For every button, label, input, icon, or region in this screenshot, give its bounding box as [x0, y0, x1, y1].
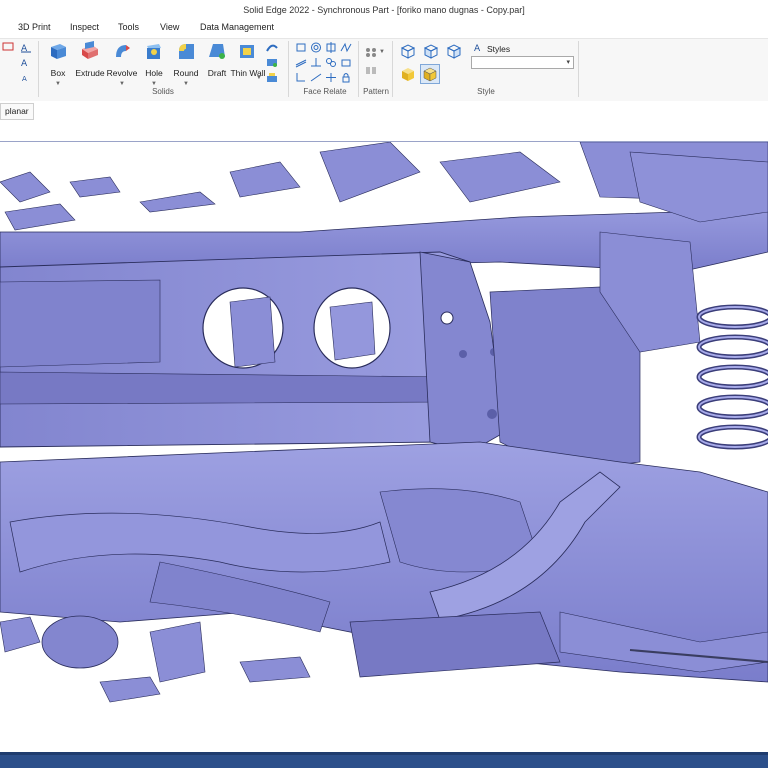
- cube-right-icon[interactable]: [446, 43, 462, 59]
- svg-text:A: A: [21, 59, 28, 68]
- chevron-down-icon: ▼: [119, 81, 125, 87]
- svg-text:A: A: [474, 44, 481, 53]
- tab-tools[interactable]: Tools: [118, 22, 139, 32]
- aligned-icon[interactable]: [310, 72, 322, 83]
- graphics-viewport[interactable]: [0, 141, 768, 753]
- lip-icon[interactable]: [266, 72, 278, 83]
- ribbon: A A A Box ▼ Extrude Revolve ▼ Hole ▼ Rou…: [0, 38, 768, 102]
- concentric-icon[interactable]: [310, 42, 322, 53]
- extrude-icon: [82, 41, 98, 59]
- parallel-icon[interactable]: [295, 57, 307, 68]
- draft-icon: [209, 44, 225, 59]
- cube-front-icon[interactable]: [423, 43, 439, 59]
- planar-chip[interactable]: planar: [0, 103, 34, 120]
- title-bar: Solid Edge 2022 - Synchronous Part - [fo…: [0, 0, 768, 20]
- thin-wall-button[interactable]: Thin Wall ▼: [230, 41, 266, 85]
- status-strip: [0, 752, 768, 755]
- status-bar: [0, 752, 768, 768]
- revolve-icon: [116, 45, 130, 57]
- extrude-button[interactable]: Extrude: [74, 41, 106, 85]
- solids-group-label: Solids: [152, 87, 174, 96]
- text-size-up-icon[interactable]: A: [20, 57, 32, 68]
- text-annotation-icon[interactable]: A: [20, 42, 32, 53]
- offset-icon[interactable]: [325, 57, 337, 68]
- shell-icon[interactable]: [266, 42, 278, 53]
- face-relate-group-label: Face Relate: [303, 87, 347, 96]
- pattern-icon[interactable]: [365, 47, 377, 58]
- cube-view-icon[interactable]: [400, 43, 416, 59]
- rigid-icon[interactable]: [325, 72, 337, 83]
- tab-inspect[interactable]: Inspect: [70, 22, 99, 32]
- shaded-edges-icon: [423, 67, 437, 82]
- styles-dropdown[interactable]: ▾: [471, 56, 574, 69]
- style-group-label: Style: [477, 87, 495, 96]
- round-icon: [179, 44, 194, 59]
- thin-wall-icon: [240, 45, 254, 58]
- shaded-icon[interactable]: [400, 66, 416, 82]
- menu-tabs: 3D Print Inspect Tools View Data Managem…: [0, 20, 768, 38]
- revolve-button[interactable]: Revolve ▼: [106, 41, 138, 87]
- draft-button[interactable]: Draft: [201, 41, 233, 85]
- text-size-down-icon[interactable]: A: [20, 72, 32, 83]
- styles-label: Styles: [487, 44, 511, 54]
- tangent-icon[interactable]: [340, 42, 352, 53]
- equal-radius-icon[interactable]: [340, 57, 352, 68]
- coplanar-icon[interactable]: [295, 42, 307, 53]
- perpendicular-icon[interactable]: [310, 57, 322, 68]
- chevron-down-icon: ▼: [379, 49, 385, 55]
- svg-text:A: A: [22, 75, 27, 83]
- tab-data-management[interactable]: Data Management: [200, 22, 274, 32]
- shaded-edges-toggle[interactable]: [420, 64, 440, 84]
- chevron-down-icon: ▼: [55, 81, 61, 87]
- box-icon: [51, 44, 66, 59]
- horizontal-vertical-icon[interactable]: [295, 72, 307, 83]
- chevron-down-icon: ▾: [566, 59, 570, 66]
- hole-icon: [147, 44, 161, 59]
- tab-3d-print[interactable]: 3D Print: [18, 22, 51, 32]
- round-button[interactable]: Round ▼: [170, 41, 202, 87]
- box-button[interactable]: Box ▼: [42, 41, 74, 87]
- pattern-group-label: Pattern: [363, 87, 389, 96]
- symmetric-icon[interactable]: [325, 42, 337, 53]
- thicken-icon[interactable]: [266, 57, 278, 68]
- hole-button[interactable]: Hole ▼: [138, 41, 170, 87]
- thin-wall-label: Thin Wall: [230, 68, 266, 78]
- styles-icon: A: [474, 44, 481, 53]
- lock-icon[interactable]: [340, 72, 352, 83]
- tab-view[interactable]: View: [160, 22, 179, 32]
- mirror-icon[interactable]: [365, 65, 377, 76]
- scanned-model[interactable]: [0, 142, 768, 753]
- command-bar: planar: [0, 101, 768, 141]
- dimension-icon[interactable]: [2, 41, 14, 52]
- chevron-down-icon: ▼: [256, 75, 262, 81]
- window-title: Solid Edge 2022 - Synchronous Part - [fo…: [243, 5, 525, 15]
